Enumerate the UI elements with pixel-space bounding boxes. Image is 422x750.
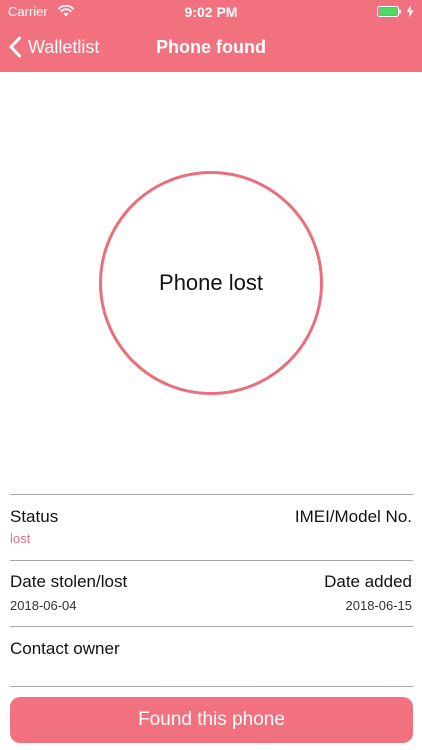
status-label: Status bbox=[10, 507, 59, 526]
page-title: Phone found bbox=[156, 37, 266, 57]
status-value: lost bbox=[10, 531, 31, 546]
phone-status-circle-label: Phone lost bbox=[159, 270, 263, 295]
imei-label: IMEI/Model No. bbox=[294, 507, 412, 526]
phone-found-screen: Carrier 9:02 PM Walletlist Phone found P… bbox=[0, 0, 422, 750]
status-time: 9:02 PM bbox=[184, 4, 238, 20]
divider bbox=[10, 560, 413, 561]
date-added-label: Date added bbox=[324, 572, 412, 591]
battery-icon bbox=[377, 6, 401, 17]
found-this-phone-button[interactable]: Found this phone bbox=[10, 697, 413, 743]
charging-icon bbox=[406, 5, 414, 18]
phone-status-circle: Phone lost bbox=[99, 171, 323, 395]
header: Carrier 9:02 PM Walletlist Phone found bbox=[0, 0, 422, 72]
divider bbox=[10, 626, 413, 627]
divider bbox=[10, 494, 413, 495]
date-added-value: 2018-06-15 bbox=[345, 598, 413, 613]
date-stolen-value: 2018-06-04 bbox=[10, 598, 77, 613]
divider bbox=[10, 686, 413, 687]
date-stolen-label: Date stolen/lost bbox=[10, 572, 128, 591]
status-bar: Carrier 9:02 PM bbox=[0, 0, 422, 22]
nav-bar: Walletlist Phone found bbox=[0, 22, 422, 72]
contact-owner-link[interactable]: Contact owner bbox=[10, 639, 120, 659]
